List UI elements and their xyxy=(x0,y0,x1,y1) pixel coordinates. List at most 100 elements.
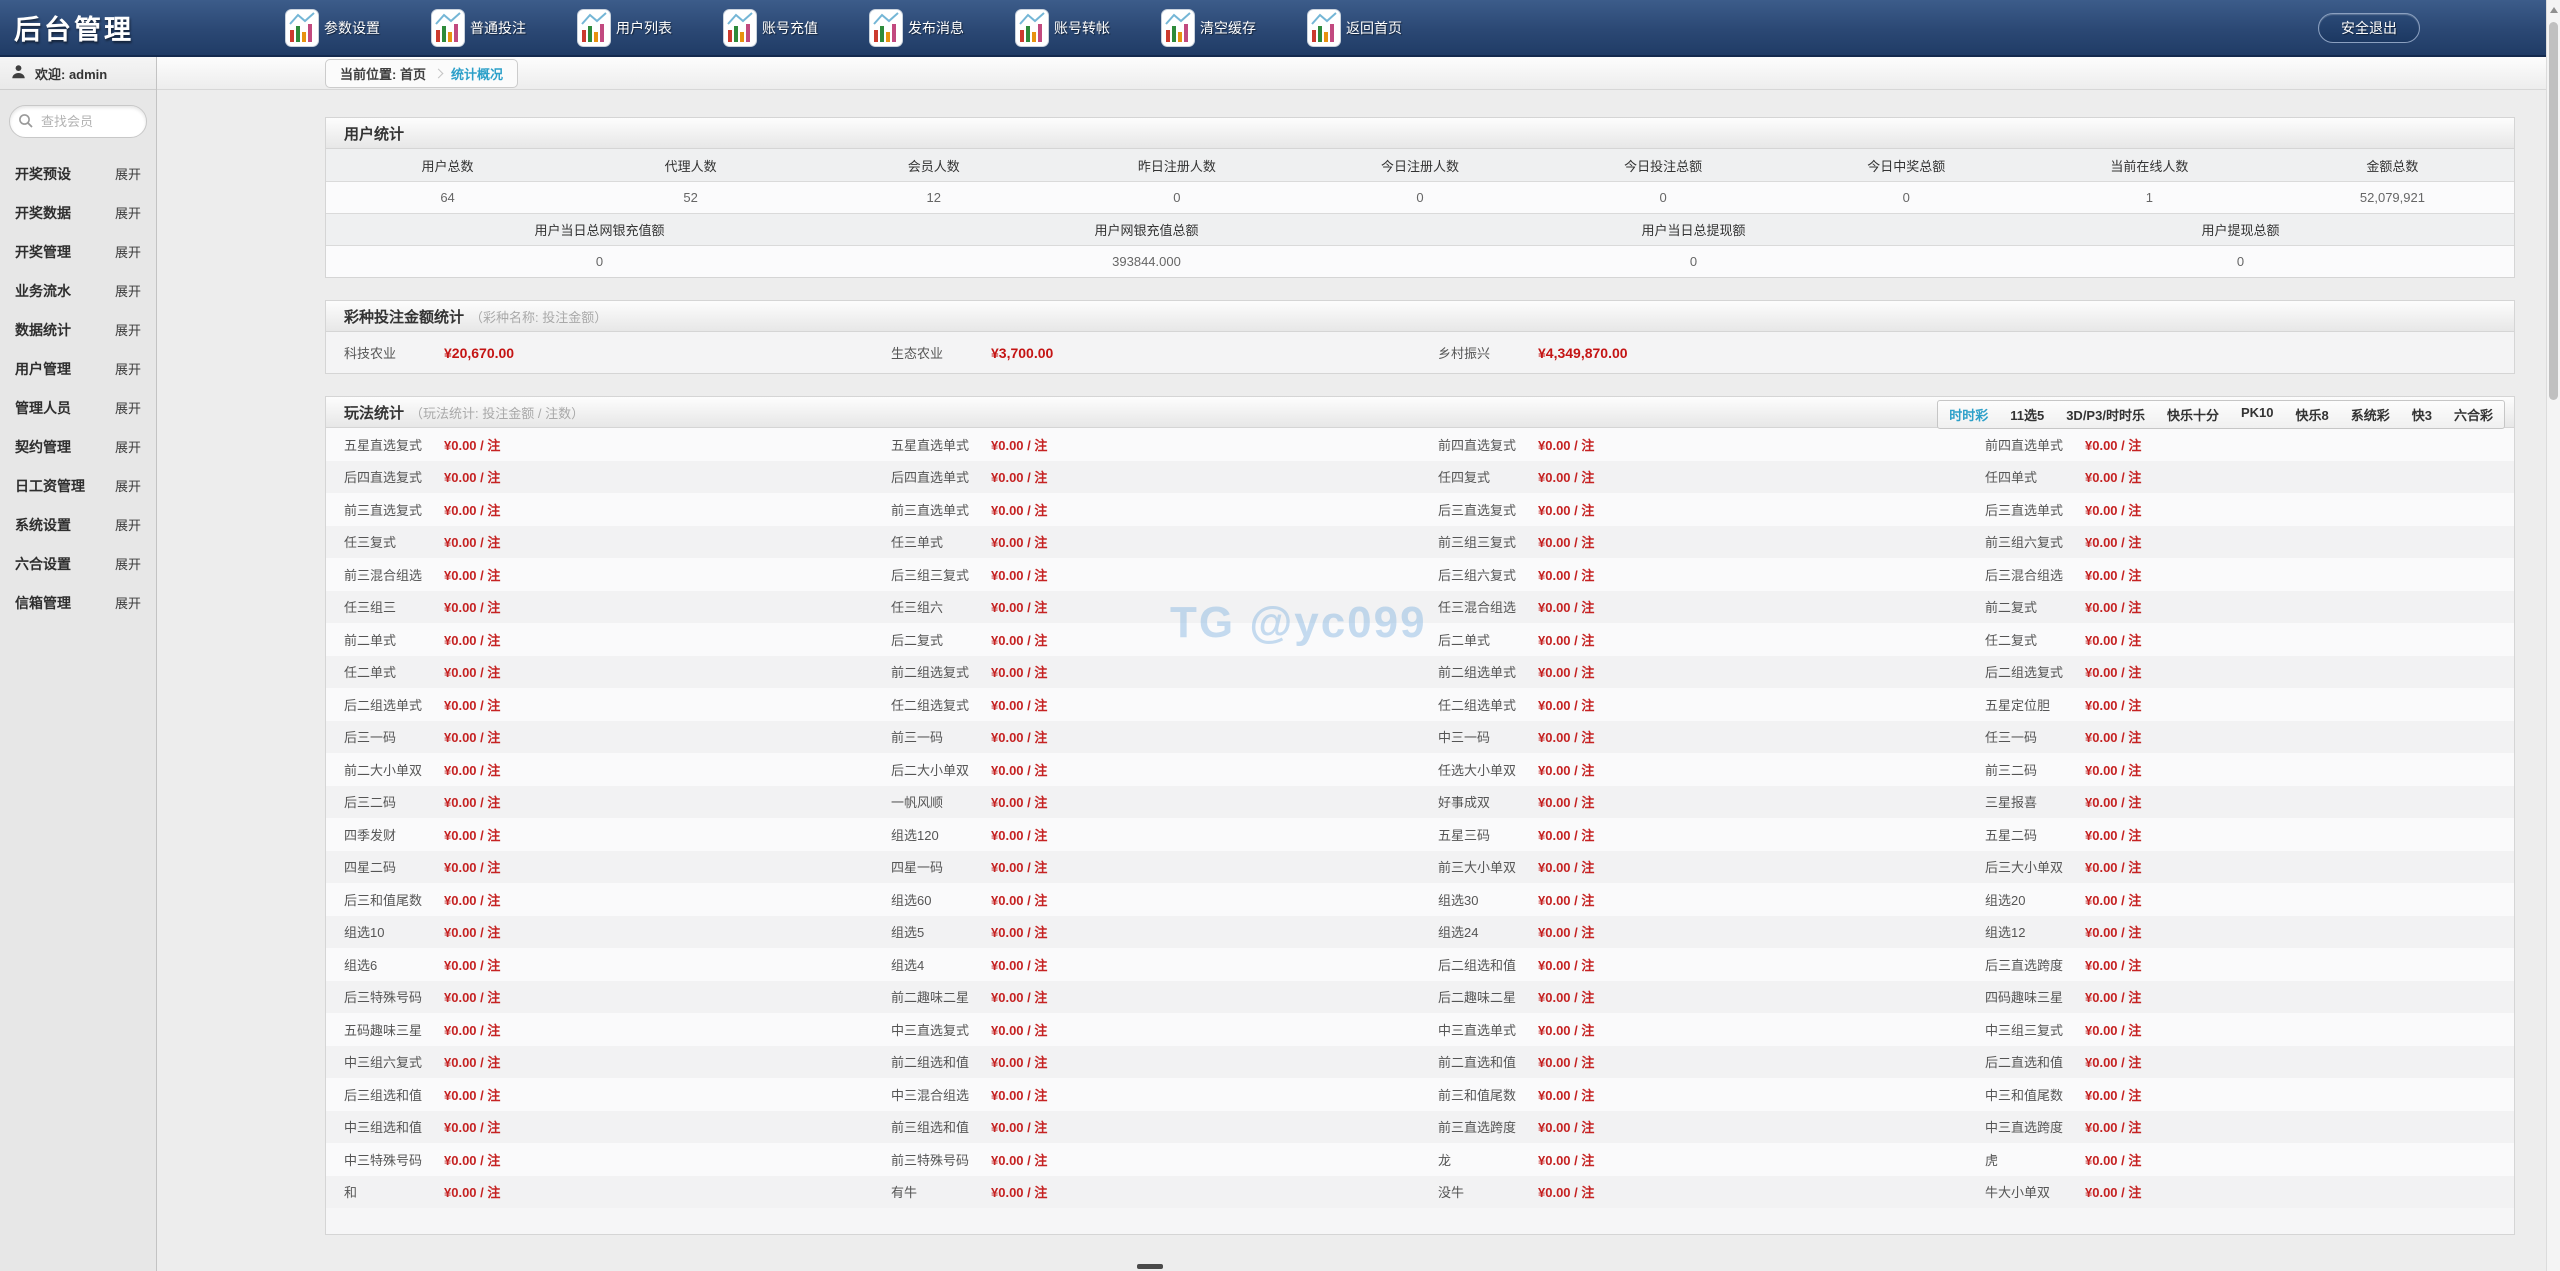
nav-item-1[interactable]: 参数设置 xyxy=(285,8,431,47)
play-value: ¥0.00 / 注 xyxy=(444,697,501,713)
play-stat-cell: 前二复式 ¥0.00 / 注 xyxy=(1967,591,2514,624)
play-value: ¥0.00 / 注 xyxy=(1538,925,1595,941)
lottery-amount-cell: 生态农业 ¥3,700.00 xyxy=(873,343,1420,362)
tab-系统彩[interactable]: 系统彩 xyxy=(2340,401,2401,428)
play-stat-cell: 后三组三复式 ¥0.00 / 注 xyxy=(873,558,1420,591)
play-value: ¥0.00 / 注 xyxy=(444,437,501,453)
play-label: 组选10 xyxy=(344,925,385,941)
play-value: ¥0.00 / 注 xyxy=(444,502,501,518)
tab-快3[interactable]: 快3 xyxy=(2401,401,2443,428)
play-label: 没牛 xyxy=(1438,1185,1465,1201)
expand-toggle[interactable]: 展开 xyxy=(115,554,141,573)
play-value: ¥0.00 / 注 xyxy=(1538,437,1595,453)
play-value: ¥0.00 / 注 xyxy=(1538,827,1595,843)
tab-六合彩[interactable]: 六合彩 xyxy=(2443,401,2504,428)
expand-toggle[interactable]: 展开 xyxy=(115,320,141,339)
play-stats-row: 任二单式 ¥0.00 / 注 前二组选复式 ¥0.00 / 注 前二组选单式 ¥0.00 … xyxy=(326,655,2514,688)
top-navbar: 后台管理 参数设置 普通投注 用户列表 账号充值 发布消息 账号转帐 清空缓存 返回首页 安全… xyxy=(0,0,2560,57)
stats-header-cell: 用户提现总额 xyxy=(2201,223,2280,238)
play-value: ¥0.00 / 注 xyxy=(991,437,1048,453)
sidebar-item[interactable]: 系统设置 展开 xyxy=(0,505,156,544)
play-stat-cell: 后三一码 ¥0.00 / 注 xyxy=(326,721,873,754)
expand-toggle[interactable]: 展开 xyxy=(115,281,141,300)
tab-3D/P3/时时乐[interactable]: 3D/P3/时时乐 xyxy=(2055,401,2156,428)
play-stat-cell: 任三复式 ¥0.00 / 注 xyxy=(326,526,873,559)
nav-item-6[interactable]: 账号转帐 xyxy=(1015,8,1161,47)
sidebar-item[interactable]: 六合设置 展开 xyxy=(0,544,156,583)
expand-toggle[interactable]: 展开 xyxy=(115,242,141,261)
sidebar-item[interactable]: 信箱管理 展开 xyxy=(0,583,156,622)
tab-11选5[interactable]: 11选5 xyxy=(1999,401,2055,428)
nav-item-5[interactable]: 发布消息 xyxy=(869,8,1015,47)
stats-header-cell: 用户当日总网银充值额 xyxy=(534,223,665,238)
chevron-right-icon xyxy=(433,68,444,78)
play-value: ¥0.00 / 注 xyxy=(991,665,1048,681)
play-value: ¥0.00 / 注 xyxy=(991,730,1048,746)
expand-toggle[interactable]: 展开 xyxy=(115,203,141,222)
sidebar-item[interactable]: 开奖管理 展开 xyxy=(0,232,156,271)
play-value: ¥0.00 / 注 xyxy=(991,1055,1048,1071)
play-label: 组选24 xyxy=(1438,925,1479,941)
logout-button[interactable]: 安全退出 xyxy=(2318,13,2420,43)
sidebar-item[interactable]: 用户管理 展开 xyxy=(0,349,156,388)
sidebar-item-label: 开奖预设 xyxy=(15,165,71,182)
scrollbar-thumb[interactable] xyxy=(2549,22,2558,400)
tab-时时彩[interactable]: 时时彩 xyxy=(1938,401,1999,428)
play-label: 后三组选和值 xyxy=(344,1087,423,1103)
play-stat-cell: 没牛 ¥0.00 / 注 xyxy=(1420,1176,1967,1209)
breadcrumb: 当前位置: 首页 统计概况 xyxy=(325,58,518,88)
play-label: 后二组选和值 xyxy=(1438,957,1517,973)
play-value: ¥0.00 / 注 xyxy=(444,535,501,551)
play-label: 前二大小单双 xyxy=(344,762,423,778)
nav-item-8[interactable]: 返回首页 xyxy=(1307,8,1453,47)
sidebar-item[interactable]: 契约管理 展开 xyxy=(0,427,156,466)
scroll-up-icon[interactable] xyxy=(2550,7,2558,13)
play-value: ¥0.00 / 注 xyxy=(1538,600,1595,616)
play-value: ¥0.00 / 注 xyxy=(991,535,1048,551)
play-value: ¥0.00 / 注 xyxy=(444,1022,501,1038)
expand-toggle[interactable]: 展开 xyxy=(115,476,141,495)
sidebar-item[interactable]: 开奖预设 展开 xyxy=(0,154,156,193)
expand-toggle[interactable]: 展开 xyxy=(115,359,141,378)
nav-item-4[interactable]: 账号充值 xyxy=(723,8,869,47)
play-label: 五星直选单式 xyxy=(891,437,970,453)
expand-toggle[interactable]: 展开 xyxy=(115,398,141,417)
user-icon xyxy=(11,64,26,82)
sidebar-item-label: 用户管理 xyxy=(15,360,71,377)
nav-item-7[interactable]: 清空缓存 xyxy=(1161,8,1307,47)
play-stat-cell: 龙 ¥0.00 / 注 xyxy=(1420,1143,1967,1176)
play-label: 五星直选复式 xyxy=(344,437,423,453)
expand-toggle[interactable]: 展开 xyxy=(115,164,141,183)
sidebar-item[interactable]: 业务流水 展开 xyxy=(0,271,156,310)
nav-item-2[interactable]: 普通投注 xyxy=(431,8,577,47)
sidebar-item-label: 系统设置 xyxy=(15,516,71,533)
tab-快乐8[interactable]: 快乐8 xyxy=(2285,401,2340,428)
play-label: 后二大小单双 xyxy=(891,762,970,778)
play-label: 任四复式 xyxy=(1438,470,1491,486)
play-label: 组选20 xyxy=(1985,892,2026,908)
tab-快乐十分[interactable]: 快乐十分 xyxy=(2156,401,2230,428)
tab-PK10[interactable]: PK10 xyxy=(2230,401,2285,428)
sidebar-item-label: 信箱管理 xyxy=(15,594,71,611)
play-label: 中三组三复式 xyxy=(1985,1022,2064,1038)
expand-toggle[interactable]: 展开 xyxy=(115,515,141,534)
play-value: ¥0.00 / 注 xyxy=(991,827,1048,843)
sidebar-item[interactable]: 管理人员 展开 xyxy=(0,388,156,427)
play-stat-cell: 前三组六复式 ¥0.00 / 注 xyxy=(1967,526,2514,559)
sidebar-item[interactable]: 开奖数据 展开 xyxy=(0,193,156,232)
expand-toggle[interactable]: 展开 xyxy=(115,593,141,612)
expand-toggle[interactable]: 展开 xyxy=(115,437,141,456)
sidebar-item[interactable]: 数据统计 展开 xyxy=(0,310,156,349)
stats-value-cell: 12 xyxy=(926,190,941,205)
play-label: 后二组选复式 xyxy=(1985,665,2064,681)
play-stat-cell: 组选60 ¥0.00 / 注 xyxy=(873,883,1420,916)
stats-value-cell: 0 xyxy=(2236,254,2245,269)
play-label: 前二趣味二星 xyxy=(891,990,970,1006)
horizontal-scrollbar-thumb[interactable] xyxy=(1137,1264,1163,1269)
nav-item-3[interactable]: 用户列表 xyxy=(577,8,723,47)
vertical-scrollbar[interactable] xyxy=(2546,0,2560,1271)
breadcrumb-current[interactable]: 统计概况 xyxy=(451,64,503,83)
play-stat-cell: 中三组三复式 ¥0.00 / 注 xyxy=(1967,1013,2514,1046)
play-label: 中三直选跨度 xyxy=(1985,1120,2064,1136)
sidebar-item[interactable]: 日工资管理 展开 xyxy=(0,466,156,505)
